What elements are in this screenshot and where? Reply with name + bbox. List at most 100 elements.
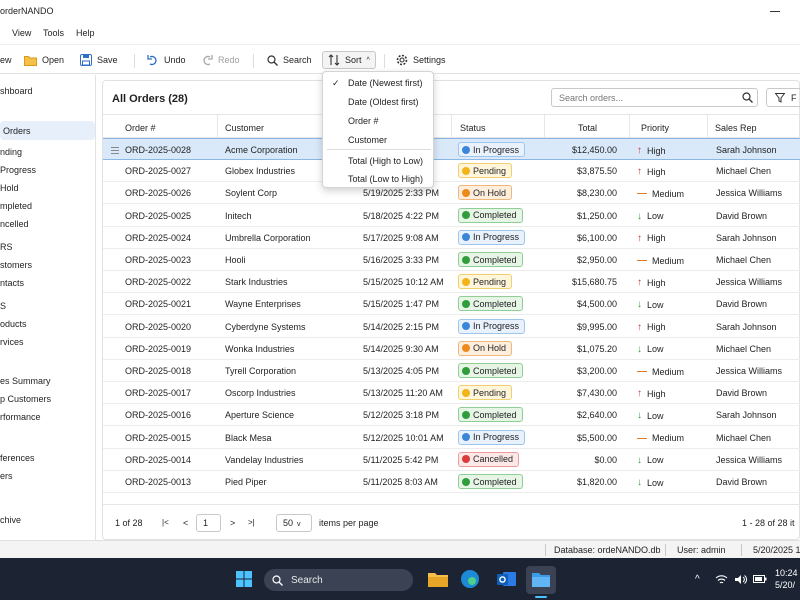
column-customer[interactable]: Customer	[225, 123, 264, 133]
drag-handle-icon[interactable]	[111, 147, 119, 156]
priority-cell: — Medium	[637, 188, 684, 199]
table-row[interactable]: ORD-2025-0013 Pied Piper 5/11/2025 8:03 AM…	[103, 471, 800, 493]
column-total[interactable]: Total	[578, 123, 597, 133]
table-row[interactable]: ORD-2025-0018 Tyrell Corporation 5/13/2025…	[103, 360, 800, 382]
cell-sales-rep: David Brown	[716, 210, 768, 221]
wifi-icon[interactable]	[715, 574, 728, 585]
sidebar-item-users[interactable]: ers	[0, 471, 96, 481]
open-button[interactable]: Open	[24, 51, 64, 69]
sort-menu-item[interactable]: Total (High to Low)	[323, 156, 435, 166]
sort-menu-item[interactable]: Date (Oldest first)	[323, 97, 435, 107]
windows-start-icon[interactable]	[236, 571, 252, 587]
sidebar-item-sales-summary[interactable]: es Summary	[0, 376, 96, 386]
ordernando-app-icon[interactable]	[529, 569, 553, 591]
menu-view[interactable]: View	[12, 28, 31, 38]
table-row[interactable]: ORD-2025-0022 Stark Industries 5/15/2025 1…	[103, 271, 800, 294]
column-status[interactable]: Status	[460, 123, 486, 133]
cell-total: $5,500.00	[576, 432, 617, 443]
system-clock[interactable]: 10:24 5/20/	[775, 567, 798, 591]
prev-page-icon[interactable]: <	[183, 518, 188, 528]
status-label: Completed	[473, 254, 517, 265]
sort-menu-item[interactable]: ✓ Date (Newest first)	[323, 78, 435, 88]
sidebar-item-pending[interactable]: nding	[0, 147, 96, 157]
new-button[interactable]: ew	[0, 51, 12, 69]
cell-date: 5/13/2025 4:05 PM	[363, 366, 440, 376]
column-order[interactable]: Order #	[125, 123, 156, 133]
search-button[interactable]: Search	[267, 51, 312, 69]
table-row[interactable]: ORD-2025-0017 Oscorp Industries 5/13/2025 …	[103, 382, 800, 405]
battery-icon[interactable]	[753, 574, 767, 584]
sort-option-label: Date (Newest first)	[348, 78, 423, 88]
sidebar-item-completed[interactable]: mpleted	[0, 201, 96, 211]
cell-total: $15,680.75	[571, 277, 617, 288]
priority-arrow-icon: ↓	[637, 454, 642, 466]
cell-order-number: ORD-2025-0020	[125, 321, 192, 332]
status-dot-icon	[462, 388, 470, 397]
menu-tools[interactable]: Tools	[43, 28, 64, 38]
minimize-button[interactable]	[768, 4, 782, 18]
per-page-select[interactable]: 50 v	[276, 514, 312, 532]
sidebar-item-products[interactable]: oducts	[0, 319, 96, 329]
sort-menu-item[interactable]: Order #	[323, 116, 435, 126]
sidebar-item-contacts[interactable]: ntacts	[0, 278, 96, 288]
table-row[interactable]: ORD-2025-0016 Aperture Science 5/12/2025 3…	[103, 404, 800, 427]
sidebar-section-customers: RS	[0, 242, 13, 252]
redo-button[interactable]: Redo	[201, 51, 240, 69]
settings-button[interactable]: Settings	[396, 51, 446, 69]
undo-label: Undo	[164, 55, 186, 65]
next-page-icon[interactable]: >	[230, 518, 235, 528]
table-row[interactable]: ORD-2025-0027 Globex Industries Pending $3,…	[103, 160, 800, 183]
table-row[interactable]: ORD-2025-0028 Acme Corporation In Progress…	[103, 138, 800, 160]
sort-button[interactable]: Sort ^	[322, 51, 376, 69]
table-row[interactable]: ORD-2025-0021 Wayne Enterprises 5/15/2025 …	[103, 293, 800, 316]
sidebar-item-services[interactable]: rvices	[0, 337, 96, 347]
edge-browser-icon[interactable]	[458, 568, 482, 590]
table-row[interactable]: ORD-2025-0015 Black Mesa 5/12/2025 10:01 A…	[103, 427, 800, 449]
table-row[interactable]: ORD-2025-0014 Vandelay Industries 5/11/202…	[103, 449, 800, 471]
sidebar-item-archive[interactable]: chive	[0, 515, 96, 525]
sort-menu-item[interactable]: Total (Low to High)	[323, 174, 435, 184]
priority-cell: ↑ High	[637, 277, 666, 288]
taskbar-search[interactable]: Search	[264, 569, 413, 591]
outlook-icon[interactable]	[494, 568, 518, 590]
table-row[interactable]: ORD-2025-0019 Wonka Industries 5/14/2025 9…	[103, 338, 800, 360]
last-page-icon[interactable]: >|	[248, 518, 255, 527]
active-app-indicator	[535, 596, 547, 598]
search-icon	[267, 54, 278, 66]
status-label: Pending	[473, 165, 507, 176]
sidebar-item-dashboard[interactable]: shboard	[0, 86, 96, 96]
table-row[interactable]: ORD-2025-0024 Umbrella Corporation 5/17/20…	[103, 227, 800, 249]
filter-button[interactable]: F	[766, 88, 800, 107]
column-priority[interactable]: Priority	[641, 123, 669, 133]
sidebar-item-cancelled[interactable]: ncelled	[0, 219, 96, 229]
chevron-up-icon[interactable]: ^	[695, 574, 700, 585]
first-page-icon[interactable]: |<	[162, 518, 169, 527]
file-explorer-icon[interactable]	[426, 568, 450, 590]
sidebar-item-in-progress[interactable]: Progress	[0, 165, 96, 175]
save-button[interactable]: Save	[80, 51, 118, 69]
cell-sales-rep: Sarah Johnson	[716, 321, 777, 332]
redo-icon	[203, 54, 213, 65]
sidebar-item-on-hold[interactable]: Hold	[0, 183, 96, 193]
search-input[interactable]: Search orders...	[551, 88, 758, 107]
volume-icon[interactable]	[734, 574, 747, 585]
cell-order-number: ORD-2025-0027	[125, 166, 192, 177]
sidebar-item-all-orders[interactable]: Orders	[0, 121, 95, 140]
sidebar-item-customers[interactable]: stomers	[0, 260, 96, 270]
sort-option-label: Total (High to Low)	[348, 156, 424, 166]
table-row[interactable]: ORD-2025-0025 Initech 5/18/2025 4:22 PM Com…	[103, 205, 800, 227]
status-badge: On Hold	[458, 185, 513, 201]
sidebar-item-preferences[interactable]: ferences	[0, 453, 96, 463]
menu-help[interactable]: Help	[76, 28, 95, 38]
column-sales-rep[interactable]: Sales Rep	[715, 123, 757, 133]
table-row[interactable]: ORD-2025-0020 Cyberdyne Systems 5/14/2025 …	[103, 316, 800, 338]
cell-sales-rep: David Brown	[716, 477, 768, 487]
page-number-input[interactable]: 1	[196, 514, 221, 532]
sidebar-item-performance[interactable]: rformance	[0, 412, 96, 422]
undo-button[interactable]: Undo	[147, 51, 186, 69]
table-row[interactable]: ORD-2025-0023 Hooli 5/16/2025 3:33 PM Compl…	[103, 249, 800, 271]
sort-menu-item[interactable]: Customer	[323, 135, 435, 145]
sidebar-item-top-customers[interactable]: p Customers	[0, 394, 96, 404]
table-row[interactable]: ORD-2025-0026 Soylent Corp 5/19/2025 2:33 …	[103, 182, 800, 205]
priority-arrow-icon: ↑	[637, 145, 642, 156]
